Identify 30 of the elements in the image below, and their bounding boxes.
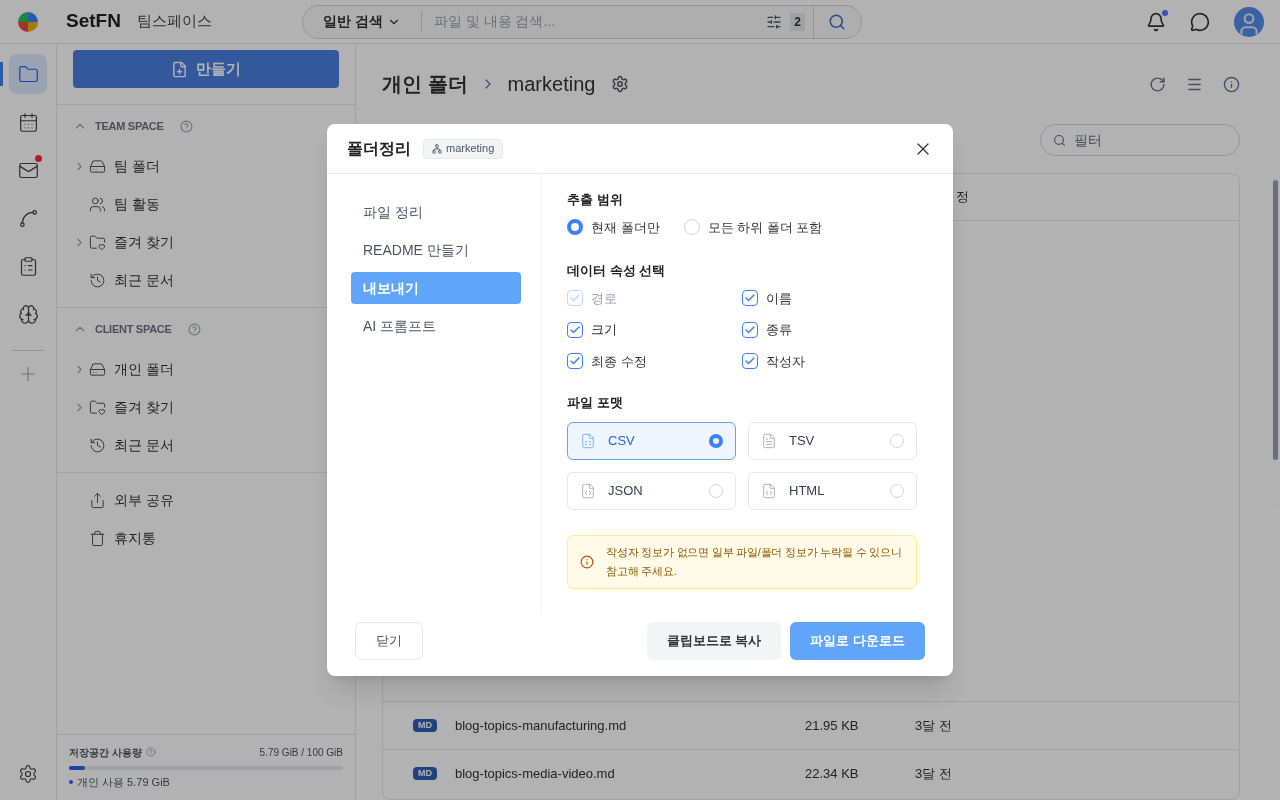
file-type-badge: MD — [413, 718, 437, 733]
dialog-title: 폴더정리 — [347, 138, 411, 159]
folder-title: marketing — [507, 72, 596, 97]
brand-name: SetFN — [66, 9, 121, 34]
section-heading: 데이터 속성 선택 — [567, 262, 667, 280]
storage-label: 저장공간 사용량 — [69, 745, 142, 760]
storage-legend: 개인 사용 5.79 GiB — [77, 773, 170, 790]
checkbox-label: 최종 수정 — [591, 352, 647, 371]
workspace-name: 팀스페이스 — [136, 11, 212, 32]
section-title: TEAM SPACE — [95, 118, 164, 134]
section-title: CLIENT SPACE — [95, 321, 172, 337]
notice-text: 작성자 정보가 없으면 일부 파일/폴더 정보가 누락될 수 있으니 참고해 주세요. — [606, 544, 903, 579]
modified-time: 3달 전 — [915, 716, 952, 735]
storage-usage: 5.79 GiB / 100 GiB — [259, 745, 343, 760]
checkbox-label: 크기 — [591, 321, 617, 339]
column-heading: 정 — [956, 188, 969, 207]
radio-label: 모든 하위 폴더 포함 — [707, 218, 823, 237]
file-size: 22.34 KB — [805, 764, 860, 783]
checkbox-label: 이름 — [766, 289, 792, 308]
filter-count: 2 — [790, 12, 805, 31]
checkbox-label: 작성자 — [766, 352, 805, 371]
folder-chip: marketing — [423, 138, 504, 159]
section-heading: 파일 포맷 — [567, 394, 624, 412]
file-type-badge: MD — [413, 766, 437, 781]
radio-label: 현재 폴더만 — [591, 218, 660, 237]
checkbox-label: 경로 — [591, 289, 617, 308]
section-heading: 추출 범위 — [567, 191, 624, 209]
file-size: 21.95 KB — [805, 716, 860, 735]
checkbox-label: 종류 — [766, 321, 792, 339]
modified-time: 3달 전 — [915, 764, 952, 783]
